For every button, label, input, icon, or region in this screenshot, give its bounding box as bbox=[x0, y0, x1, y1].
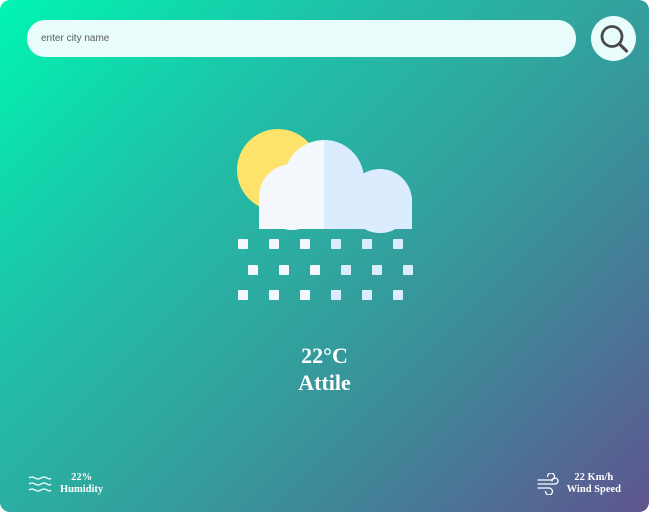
humidity-block: 22% Humidity bbox=[28, 472, 103, 496]
search-button[interactable] bbox=[591, 16, 636, 61]
wind-value: 22 Km/h bbox=[574, 472, 614, 483]
weather-card: 22°C Attile 22% Humidity 22 Km/h Wind Sp… bbox=[0, 0, 649, 512]
city-name: Attile bbox=[298, 370, 351, 395]
temperature-value: 22°C bbox=[301, 343, 348, 368]
humidity-waves-icon bbox=[28, 476, 52, 492]
wind-label: Wind Speed bbox=[566, 484, 621, 495]
snowflake-row-2 bbox=[248, 265, 413, 275]
snowflake-row-1 bbox=[238, 239, 403, 249]
search-input[interactable] bbox=[27, 20, 576, 57]
search-icon bbox=[600, 24, 628, 53]
wind-icon bbox=[536, 473, 559, 495]
snowflake-row-3 bbox=[238, 290, 403, 300]
humidity-text: 22% Humidity bbox=[60, 472, 103, 496]
wind-block: 22 Km/h Wind Speed bbox=[536, 472, 621, 496]
snow-cloud-sun-icon bbox=[237, 129, 413, 300]
humidity-value: 22% bbox=[71, 472, 93, 483]
wind-text: 22 Km/h Wind Speed bbox=[567, 472, 621, 496]
humidity-label: Humidity bbox=[60, 484, 104, 495]
